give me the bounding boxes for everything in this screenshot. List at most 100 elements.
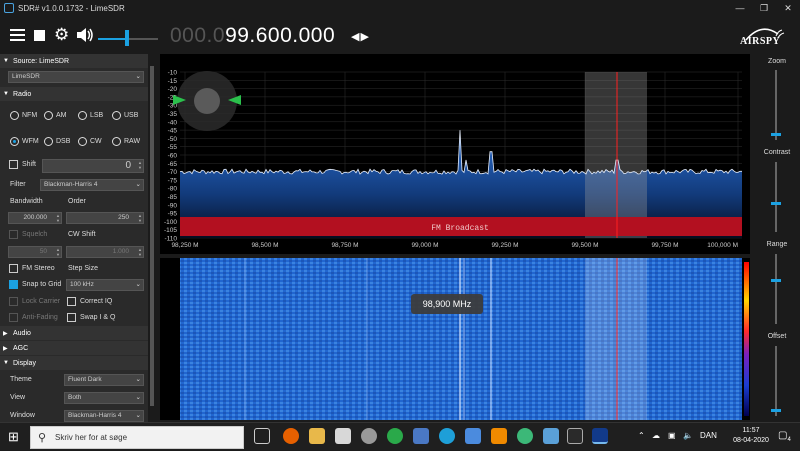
firefox-icon[interactable] [283,428,299,444]
expand-icon: ▶ [3,345,8,352]
menu-icon[interactable] [10,29,25,41]
range-slider-track[interactable] [775,254,777,324]
filter-select[interactable]: Blackman-Harris 4 ⌄ [40,179,144,191]
display-section-header[interactable]: ▼ Display [0,356,148,370]
radio-header-label: Radio [13,90,32,98]
contrast-slider-knob[interactable] [771,202,781,205]
mode-radio-am[interactable] [44,111,53,120]
taskbar-search-box[interactable]: ⚲ Skriv her for at søge [30,426,244,449]
tuning-arrows[interactable]: ◀▶ [351,30,370,43]
language-indicator[interactable]: DAN [700,431,717,440]
volume-slider-knob[interactable] [124,30,129,46]
anti-fading-checkbox[interactable] [9,313,18,322]
maximize-button[interactable]: ❐ [752,0,776,16]
spinner-icon[interactable]: ▲ ▼ [56,247,60,257]
swap-iq-label: Swap I & Q [80,314,116,321]
filter-label: Filter [10,181,26,188]
audio-section-header[interactable]: ▶ Audio [0,326,148,340]
chevron-up-icon[interactable]: ⌃ [638,431,645,440]
frequency-display[interactable]: 000.099.600.000 [170,24,335,48]
zoom-slider-knob[interactable] [771,133,781,136]
range-label: Range [766,241,788,248]
cloud-icon[interactable]: ☁ [652,431,660,440]
mode-radio-cw[interactable] [78,137,87,146]
view-select[interactable]: Both ⌄ [64,392,144,404]
scrollbar-thumb[interactable] [150,66,154,406]
app-icon[interactable] [413,428,429,444]
offset-slider-track[interactable] [775,346,777,416]
left-panel-scrollbar[interactable] [148,54,156,422]
mode-radio-usb[interactable] [112,111,121,120]
snap-to-grid-checkbox[interactable] [9,280,18,289]
notification-icon[interactable]: ▢4 [778,430,791,443]
mode-label-usb: USB [124,112,139,119]
y-tick-label: -60 [168,153,178,160]
step-size-select[interactable]: 100 kHz ⌄ [66,279,144,291]
cwshift-input[interactable]: 1.000 ▲ ▼ [66,246,144,258]
speaker-icon[interactable] [76,25,94,45]
offset-slider-knob[interactable] [771,409,781,412]
edge-icon[interactable] [439,428,455,444]
filter-bandwidth-overlay[interactable] [585,72,647,238]
swap-iq-checkbox[interactable] [67,313,76,322]
y-tick-label: -100 [164,219,177,226]
shift-checkbox[interactable] [9,160,18,169]
volume-slider-fill [98,38,127,40]
order-label: Order [68,198,86,205]
network-icon[interactable]: ▣ [668,431,676,440]
window-select[interactable]: Blackman-Harris 4 ⌄ [64,410,144,422]
spinner-icon[interactable]: ▲ ▼ [138,160,142,170]
notepad-icon[interactable] [335,428,351,444]
chevron-down-icon: ⌄ [135,181,141,188]
gear-icon[interactable]: ⚙ [54,26,69,43]
toolbar: ⚙ 000.099.600.000 ◀▶ AIRSPY [0,16,800,54]
app-icon[interactable] [387,428,403,444]
squelch-checkbox[interactable] [9,230,18,239]
collapse-icon: ▼ [3,360,9,366]
shift-value: 0 [125,160,131,171]
frequency-leading-digits: 000.0 [170,24,226,47]
squelch-input[interactable]: 50 ▲ ▼ [8,246,62,258]
theme-select[interactable]: Fluent Dark ⌄ [64,374,144,386]
spinner-icon[interactable]: ▲ ▼ [138,213,142,223]
minimize-button[interactable]: — [728,0,752,16]
windows-start-icon[interactable]: ⊞ [8,430,22,444]
vlc-icon[interactable] [491,428,507,444]
sdrsharp-taskbar-icon[interactable] [592,428,608,444]
mode-radio-wfm[interactable] [10,137,19,146]
taskbar-clock[interactable]: 11:57 08-04-2020 [729,426,773,446]
waterfall-display[interactable]: 98,900 MHz [160,258,750,420]
source-device-select[interactable]: LimeSDR ⌄ [8,71,144,83]
app-icon[interactable] [543,428,559,444]
terminal-icon[interactable] [567,428,583,444]
mode-radio-lsb[interactable] [78,111,87,120]
zoom-slider-track[interactable] [775,70,777,140]
lock-carrier-checkbox[interactable] [9,297,18,306]
app-icon[interactable] [361,428,377,444]
shift-input[interactable]: 0 ▲ ▼ [42,159,144,173]
range-slider-knob[interactable] [771,279,781,282]
order-input[interactable]: 250 ▲ ▼ [66,212,144,224]
clock-time: 11:57 [742,427,760,434]
close-button[interactable]: ✕ [776,0,800,16]
mode-radio-nfm[interactable] [10,111,19,120]
contrast-slider-track[interactable] [775,162,777,232]
stop-icon[interactable] [34,30,45,41]
mode-radio-raw[interactable] [112,137,121,146]
task-view-icon[interactable] [254,428,270,444]
spinner-icon[interactable]: ▲ ▼ [138,247,142,257]
bandwidth-input[interactable]: 200.000 ▲ ▼ [8,212,62,224]
source-section-header[interactable]: ▼ Source: LimeSDR [0,54,148,68]
app-icon[interactable] [517,428,533,444]
fm-stereo-checkbox[interactable] [9,264,18,273]
radio-section-header[interactable]: ▼ Radio [0,87,148,101]
file-explorer-icon[interactable] [309,428,325,444]
spinner-icon[interactable]: ▲ ▼ [56,213,60,223]
window-title: SDR# v1.0.0.1732 - LimeSDR [18,3,125,13]
volume-icon[interactable]: 🔈 [683,431,693,440]
mode-radio-dsb[interactable] [44,137,53,146]
spectrum-analyzer[interactable]: FM Broadcast -10 -15 -20 -25 -30 -35 -40 -45 -50… [160,54,750,254]
agc-section-header[interactable]: ▶ AGC [0,341,148,355]
app-icon[interactable] [465,428,481,444]
correct-iq-checkbox[interactable] [67,297,76,306]
